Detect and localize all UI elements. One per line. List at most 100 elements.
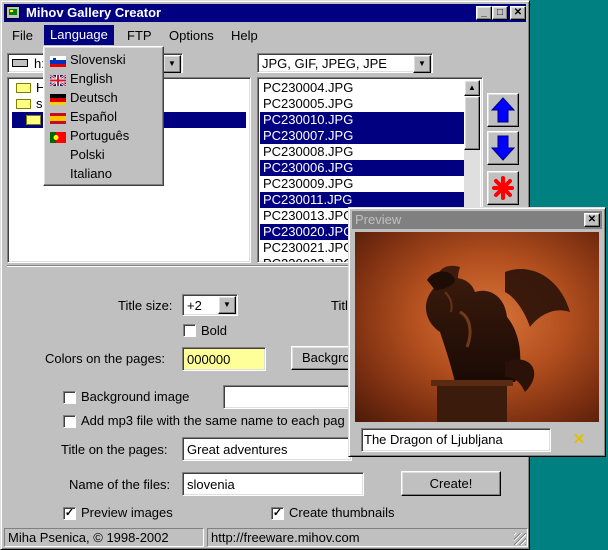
status-right-panel: http://freeware.mihov.com	[207, 528, 528, 547]
bold-checkbox[interactable]	[183, 324, 196, 337]
delete-button[interactable]	[487, 171, 519, 205]
language-item-label: Italiano	[70, 166, 112, 181]
menu-help[interactable]: Help	[231, 28, 258, 43]
preview-caption-input[interactable]: The Dragon of Ljubljana	[361, 428, 551, 452]
scroll-up-button[interactable]: ▲	[464, 80, 480, 96]
folder-open-icon	[16, 99, 31, 109]
scroll-thumb[interactable]	[464, 96, 480, 150]
filter-dropdown-arrow[interactable]: ▼	[413, 55, 431, 73]
minimize-button[interactable]: _	[476, 6, 492, 20]
colors-value: 000000	[187, 352, 231, 367]
move-down-button[interactable]	[487, 131, 519, 165]
title-on-pages-value: Great adventures	[187, 442, 288, 457]
menu-options[interactable]: Options	[169, 28, 214, 43]
preview-close-button[interactable]: ✕	[584, 213, 600, 227]
arrow-down-icon	[490, 135, 516, 161]
colors-input[interactable]: 000000	[182, 347, 266, 371]
drive-icon	[12, 59, 28, 67]
arrow-up-icon	[490, 97, 516, 123]
title-size-label: Title size:	[118, 298, 173, 313]
file-item-selected[interactable]: PC230007.JPG	[260, 128, 464, 144]
menu-language[interactable]: Language	[44, 25, 114, 45]
menu-bar: File Language FTP Options Help	[4, 25, 526, 45]
title-on-pages-input[interactable]: Great adventures	[182, 437, 352, 461]
language-item-polski[interactable]: Polski	[46, 145, 161, 164]
language-item-español[interactable]: Español	[46, 107, 161, 126]
flag-icon	[49, 72, 67, 88]
close-button[interactable]: ✕	[510, 6, 526, 20]
preview-image	[355, 232, 599, 422]
file-item-selected[interactable]: PC230011.JPG	[260, 192, 464, 208]
create-thumbnails-checkbox[interactable]: ✓	[271, 507, 284, 520]
name-of-files-label: Name of the files:	[69, 477, 171, 492]
language-item-label: Español	[70, 109, 117, 124]
file-item[interactable]: PC230005.JPG	[260, 96, 464, 112]
colors-label: Colors on the pages:	[45, 351, 165, 366]
filter-combo[interactable]: JPG, GIF, JPEG, JPE ▼	[257, 53, 433, 73]
language-item-label: Polski	[70, 147, 105, 162]
flag-icon	[50, 53, 66, 67]
preview-title: Preview	[355, 212, 402, 227]
title-size-combo[interactable]: +2 ▼	[182, 294, 238, 316]
move-up-button[interactable]	[487, 93, 519, 127]
mp3-label: Add mp3 file with the same name to each …	[81, 413, 345, 428]
dragon-statue-image	[425, 265, 570, 422]
preview-title-bar[interactable]: Preview ✕	[352, 211, 602, 229]
language-menu: Slovenski English Deutsch Español Português P…	[43, 46, 164, 186]
status-right-text: http://freeware.mihov.com	[211, 530, 360, 545]
drive-dropdown-arrow[interactable]: ▼	[163, 55, 181, 73]
name-of-files-input[interactable]: slovenia	[182, 472, 364, 496]
menu-file[interactable]: File	[12, 28, 33, 43]
create-button-label: Create!	[429, 476, 473, 491]
filter-value: JPG, GIF, JPEG, JPE	[262, 56, 387, 71]
title-on-pages-label: Title on the pages:	[61, 442, 168, 457]
background-image-checkbox[interactable]	[63, 391, 76, 404]
title-size-arrow[interactable]: ▼	[218, 296, 236, 314]
status-bar: Miha Psenica, © 1998-2002 http://freewar…	[4, 528, 528, 548]
create-thumbnails-label: Create thumbnails	[289, 505, 395, 520]
preview-images-checkbox[interactable]: ✓	[63, 507, 76, 520]
status-left-text: Miha Psenica, © 1998-2002	[8, 530, 169, 545]
status-left-panel: Miha Psenica, © 1998-2002	[4, 528, 204, 547]
maximize-button[interactable]: □	[492, 6, 508, 20]
title-size-value: +2	[187, 298, 202, 313]
create-button[interactable]: Create!	[401, 471, 501, 496]
language-item-label: Deutsch	[70, 90, 118, 105]
preview-window: Preview ✕ The Dragon of Ljubljana ✕	[348, 207, 606, 457]
background-button-label: Backgro	[302, 350, 350, 365]
resize-grip-icon[interactable]	[514, 533, 526, 545]
language-menu-items: Slovenski English Deutsch Español Português P…	[46, 50, 161, 183]
file-item[interactable]: PC230009.JPG	[260, 176, 464, 192]
preview-images-label: Preview images	[81, 505, 173, 520]
language-item-português[interactable]: Português	[46, 126, 161, 145]
preview-caption-value: The Dragon of Ljubljana	[364, 432, 503, 447]
language-item-label: Slovenski	[70, 52, 126, 67]
folder-open-icon	[16, 83, 31, 93]
file-item[interactable]: PC230004.JPG	[260, 80, 464, 96]
mp3-checkbox[interactable]	[63, 415, 76, 428]
title-font-label: Titl	[331, 298, 348, 313]
window-title: Mihov Gallery Creator	[26, 5, 162, 20]
folder-label: s	[36, 96, 43, 111]
language-item-italiano[interactable]: Italiano	[46, 164, 161, 183]
flag-icon	[50, 110, 66, 124]
background-image-input[interactable]	[223, 385, 353, 409]
file-item-selected[interactable]: PC230010.JPG	[260, 112, 464, 128]
language-item-english[interactable]: English	[46, 69, 161, 88]
background-image-label: Background image	[81, 389, 190, 404]
language-item-slovenski[interactable]: Slovenski	[46, 50, 161, 69]
menu-ftp[interactable]: FTP	[127, 28, 152, 43]
folder-open-icon	[26, 115, 41, 125]
file-item[interactable]: PC230008.JPG	[260, 144, 464, 160]
bold-label: Bold	[201, 323, 228, 338]
flag-icon	[50, 91, 66, 105]
flag-icon	[50, 129, 66, 143]
clear-caption-icon[interactable]: ✕	[571, 432, 587, 448]
title-bar[interactable]: Mihov Gallery Creator _ □ ✕	[4, 4, 526, 22]
language-item-label: English	[70, 71, 113, 86]
language-item-label: Português	[70, 128, 130, 143]
name-of-files-value: slovenia	[187, 477, 235, 492]
language-item-deutsch[interactable]: Deutsch	[46, 88, 161, 107]
app-icon	[6, 6, 20, 19]
file-item-selected[interactable]: PC230006.JPG	[260, 160, 464, 176]
